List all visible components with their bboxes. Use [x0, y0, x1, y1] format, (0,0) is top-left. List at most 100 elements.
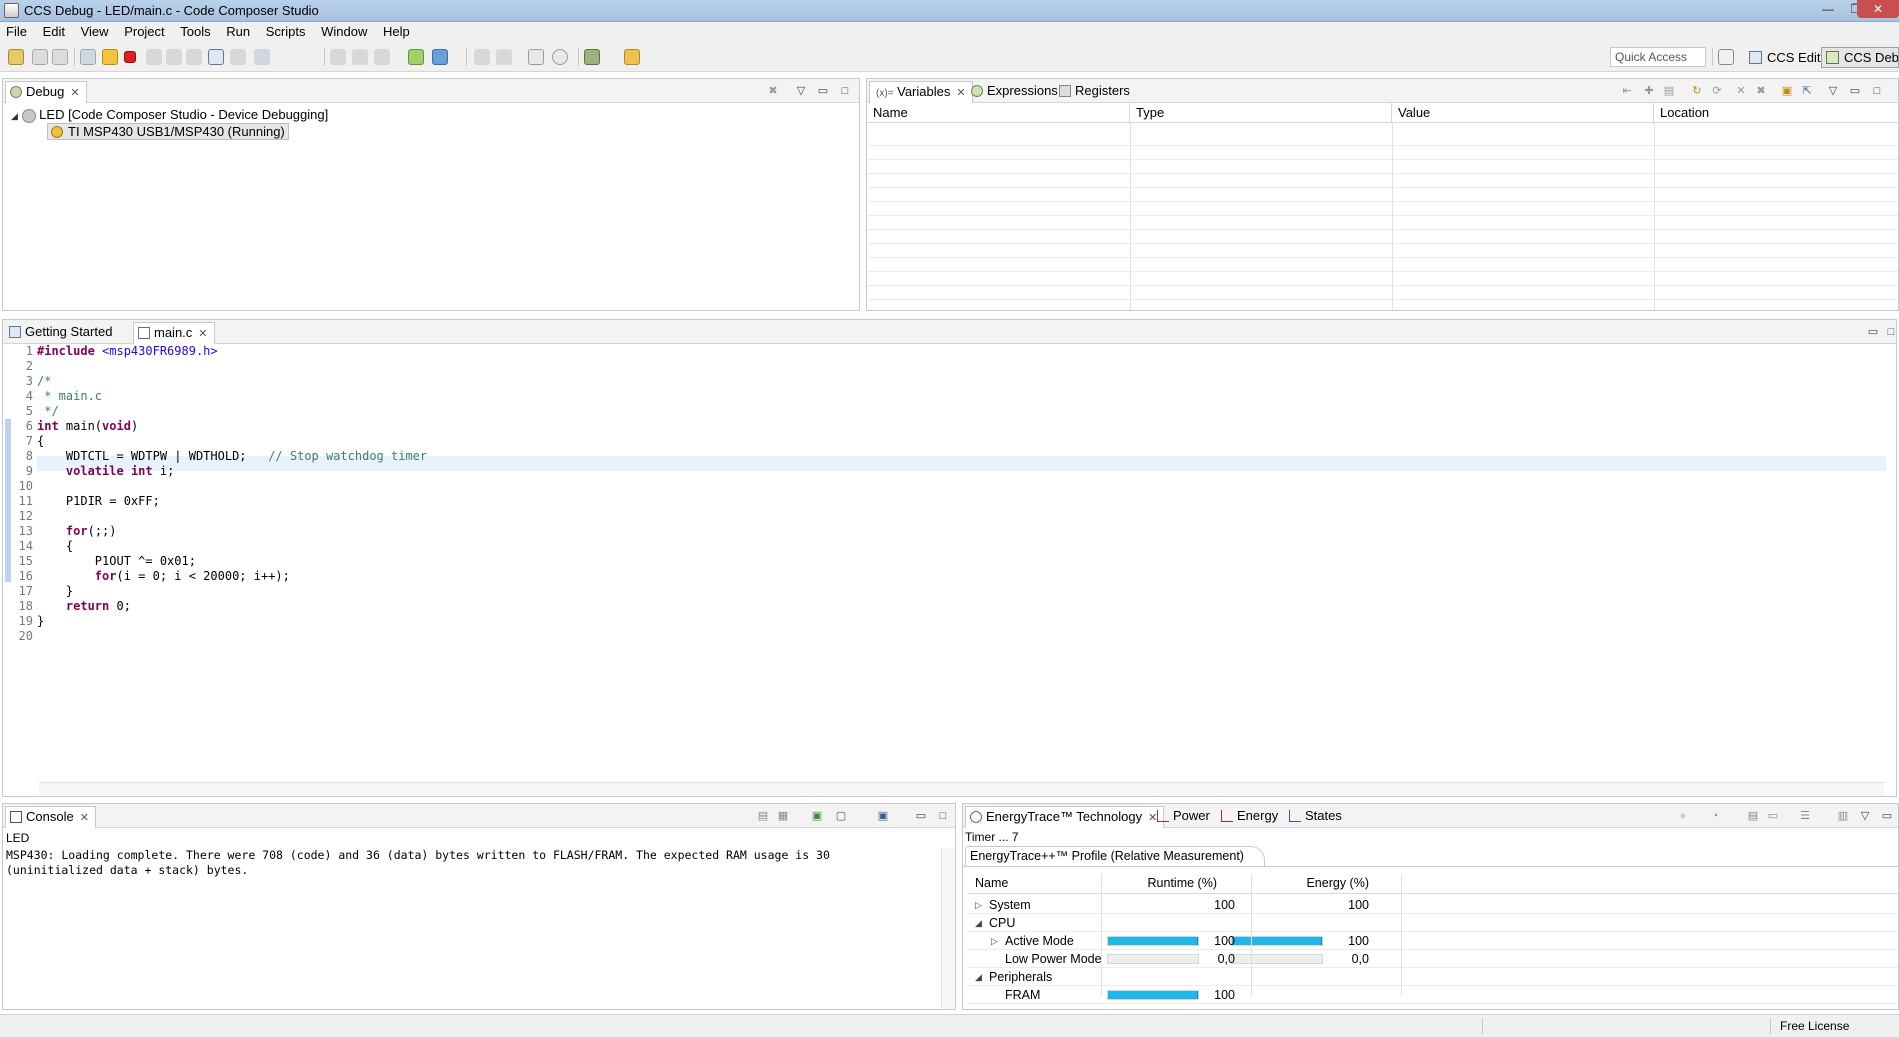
new-icon[interactable] — [8, 49, 24, 65]
column-type[interactable]: Type — [1130, 103, 1392, 123]
restart-icon[interactable] — [474, 49, 490, 65]
open-console-icon[interactable]: ▣ — [875, 808, 891, 824]
timer-icon[interactable]: ◔ — [1707, 808, 1723, 824]
scroll-lock-icon[interactable]: ▦ — [775, 808, 791, 824]
new-view-icon[interactable]: ▣ — [1779, 83, 1795, 99]
menu-tools[interactable]: Tools — [174, 22, 216, 42]
expand-icon[interactable]: ◢ — [975, 914, 982, 932]
skip-breakpoints-icon[interactable] — [352, 49, 368, 65]
close-icon[interactable]: ✕ — [80, 808, 89, 828]
tab-energytrace[interactable]: EnergyTrace™ Technology ✕ — [965, 806, 1165, 828]
view-menu-icon[interactable]: ▽ — [1825, 83, 1841, 99]
step-over-icon[interactable] — [166, 49, 182, 65]
step-into-icon[interactable] — [146, 49, 162, 65]
minimize-icon[interactable]: ▭ — [913, 808, 929, 824]
refresh-icon[interactable] — [496, 49, 512, 65]
maximize-icon[interactable]: □ — [837, 83, 853, 99]
energy-row[interactable]: Low Power Mode 0,0 0,0 — [967, 950, 1898, 968]
reset-icon[interactable] — [374, 49, 390, 65]
menu-run[interactable]: Run — [220, 22, 256, 42]
tab-states[interactable]: States — [1285, 806, 1348, 828]
menu-window[interactable]: Window — [315, 22, 373, 42]
show-type-icon[interactable]: ▤ — [1661, 83, 1677, 99]
display-console-icon[interactable]: ▢ — [833, 808, 849, 824]
maximize-icon[interactable]: □ — [935, 808, 951, 824]
column-runtime[interactable]: Runtime (%) — [1105, 874, 1217, 892]
close-icon[interactable]: ✕ — [956, 83, 965, 103]
column-energy[interactable]: Energy (%) — [1233, 874, 1369, 892]
minimize-button[interactable]: — — [1814, 0, 1842, 18]
continuous-refresh-icon[interactable]: ⟳ — [1709, 83, 1725, 99]
energy-row[interactable]: ◢ Peripherals — [967, 968, 1898, 986]
refresh-icon[interactable]: ↻ — [1689, 83, 1705, 99]
minimize-icon[interactable]: ▭ — [1847, 83, 1863, 99]
view-menu-icon[interactable]: ▽ — [1857, 808, 1873, 824]
close-icon[interactable]: ✕ — [198, 324, 207, 344]
remove-launches-icon[interactable]: ✖ — [765, 83, 781, 99]
resume-icon[interactable] — [80, 49, 96, 65]
external-tools-icon[interactable] — [624, 49, 640, 65]
column-name[interactable]: Name — [867, 103, 1130, 123]
horizontal-scrollbar[interactable] — [39, 782, 1884, 796]
profile-tab[interactable]: EnergyTrace++™ Profile (Relative Measure… — [965, 846, 1265, 866]
breakpoint-icon[interactable] — [330, 49, 346, 65]
tab-power[interactable]: Power — [1153, 806, 1216, 828]
menu-project[interactable]: Project — [118, 22, 170, 42]
window-icon[interactable] — [528, 49, 544, 65]
tab-variables[interactable]: (x)= Variables ✕ — [869, 81, 973, 103]
maximize-icon[interactable]: □ — [1869, 83, 1885, 99]
tree-node-led-launch[interactable]: ◢ LED [Code Composer Studio - Device Deb… — [11, 107, 328, 123]
assembly-step-icon[interactable] — [208, 49, 224, 65]
vertical-scrollbar[interactable] — [941, 848, 955, 1009]
menu-scripts[interactable]: Scripts — [260, 22, 312, 42]
collapse-all-icon[interactable]: ⇤ — [1619, 83, 1635, 99]
tree-node-target[interactable]: TI MSP430 USB1/MSP430 (Running) — [47, 123, 289, 140]
tab-expressions[interactable]: Expressions — [967, 81, 1064, 103]
run-icon[interactable] — [432, 49, 448, 65]
tab-console[interactable]: Console ✕ — [5, 806, 96, 828]
save-icon[interactable]: ▤ — [1745, 808, 1761, 824]
energy-row[interactable]: ▷ Active Mode 100 100 — [967, 932, 1898, 950]
menu-help[interactable]: Help — [377, 22, 416, 42]
terminate-icon[interactable] — [124, 51, 136, 63]
add-expression-icon[interactable]: ✚ — [1641, 83, 1657, 99]
search-icon[interactable] — [552, 49, 568, 65]
debug-icon[interactable] — [408, 49, 424, 65]
maximize-icon[interactable]: □ — [1883, 324, 1899, 340]
open-icon[interactable]: ▭ — [1765, 808, 1781, 824]
tab-getting-started[interactable]: Getting Started — [5, 322, 118, 344]
open-perspective-icon[interactable] — [1718, 49, 1734, 65]
pin-icon[interactable]: ⇱ — [1799, 83, 1815, 99]
suspend-icon[interactable] — [102, 49, 118, 65]
column-value[interactable]: Value — [1392, 103, 1654, 123]
expand-icon[interactable]: ▷ — [991, 932, 998, 950]
save-icon[interactable] — [32, 49, 48, 65]
column-location[interactable]: Location — [1654, 103, 1899, 123]
minimize-icon[interactable]: ▭ — [1879, 808, 1895, 824]
perspective-ccs-debug[interactable]: CCS Debug — [1821, 47, 1899, 68]
menu-file[interactable]: File — [0, 22, 33, 42]
energy-row[interactable]: ◢ CPU — [967, 914, 1898, 932]
layout-icon[interactable]: ☰ — [1797, 808, 1813, 824]
remove-all-icon[interactable]: ✖ — [1753, 83, 1769, 99]
tab-main-c[interactable]: main.c ✕ — [133, 322, 215, 344]
perspective-ccs-edit[interactable]: CCS Edit — [1744, 47, 1826, 68]
remove-icon[interactable]: ✕ — [1733, 83, 1749, 99]
minimize-icon[interactable]: ▭ — [815, 83, 831, 99]
debug-config-icon[interactable] — [584, 49, 600, 65]
quick-access-input[interactable]: Quick Access — [1610, 47, 1706, 67]
menu-view[interactable]: View — [75, 22, 115, 42]
menu-edit[interactable]: Edit — [37, 22, 71, 42]
clear-console-icon[interactable]: ▤ — [755, 808, 771, 824]
close-icon[interactable]: ✕ — [70, 83, 79, 103]
step-return-icon[interactable] — [186, 49, 202, 65]
tab-debug[interactable]: Debug ✕ — [5, 81, 87, 103]
load-icon[interactable] — [254, 49, 270, 65]
tab-registers[interactable]: Registers — [1055, 81, 1136, 103]
expand-icon[interactable]: ▷ — [975, 896, 982, 914]
minimize-icon[interactable]: ▭ — [1865, 324, 1881, 340]
chart-options-icon[interactable]: ▥ — [1835, 808, 1851, 824]
expand-icon[interactable]: ◢ — [975, 968, 982, 986]
view-menu-icon[interactable]: ▽ — [793, 83, 809, 99]
column-name[interactable]: Name — [975, 874, 1008, 892]
